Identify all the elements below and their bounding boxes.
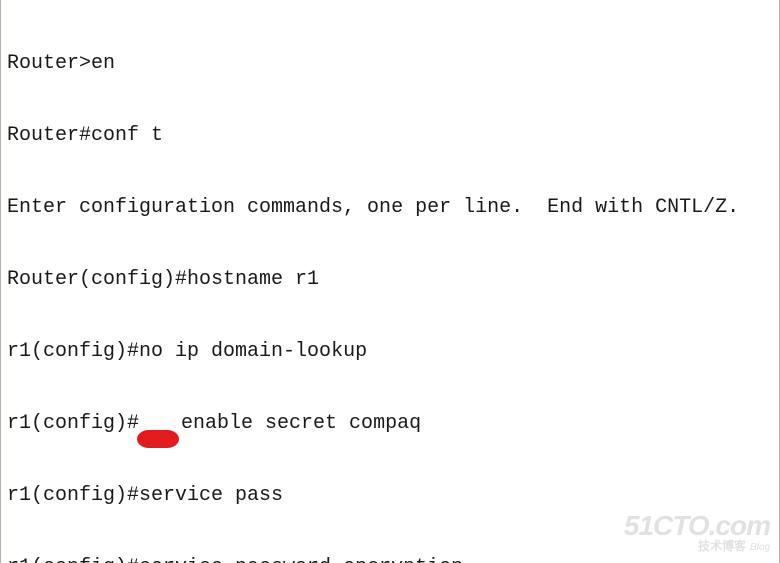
command-text: conf t xyxy=(91,124,163,147)
command-text: Enter configuration commands, one per li… xyxy=(7,196,739,219)
terminal-line: Enter configuration commands, one per li… xyxy=(7,196,773,220)
command-text: service password-encryption xyxy=(139,556,463,563)
terminal-line: r1(config)#service pass xyxy=(7,484,773,508)
prompt: Router(config)# xyxy=(7,268,187,291)
prompt: Router> xyxy=(7,52,91,75)
redaction-mark xyxy=(137,430,179,448)
command-text: no ip domain-lookup xyxy=(139,340,367,363)
terminal-line: Router#conf t xyxy=(7,124,773,148)
terminal-line: Router>en xyxy=(7,52,773,76)
command-text: hostname r1 xyxy=(187,268,319,291)
terminal-line: r1(config)# enable secret compaq xyxy=(7,412,773,436)
prompt: Router# xyxy=(7,124,91,147)
terminal-output[interactable]: Router>en Router#conf t Enter configurat… xyxy=(0,0,780,563)
prompt: r1(config)# xyxy=(7,556,139,563)
terminal-line: r1(config)#service password-encryption xyxy=(7,556,773,563)
prompt: r1(config)# xyxy=(7,412,139,435)
command-text: en xyxy=(91,52,115,75)
prompt: r1(config)# xyxy=(7,340,139,363)
terminal-line: Router(config)#hostname r1 xyxy=(7,268,773,292)
command-text: enable secret compaq xyxy=(181,412,421,435)
command-text: service pass xyxy=(139,484,283,507)
prompt: r1(config)# xyxy=(7,484,139,507)
terminal-line: r1(config)#no ip domain-lookup xyxy=(7,340,773,364)
